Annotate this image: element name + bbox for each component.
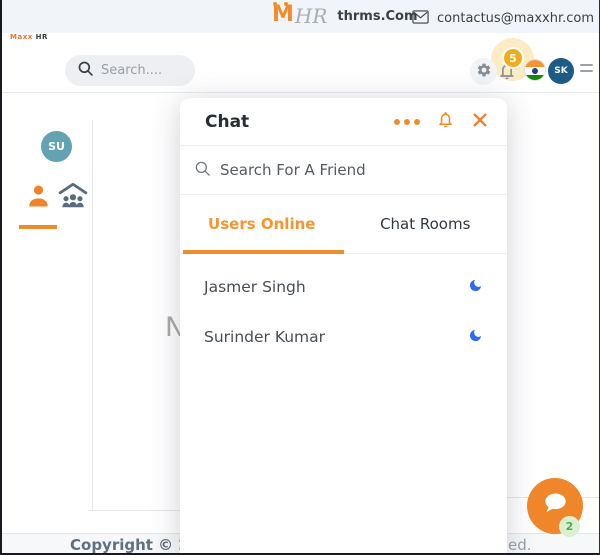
flag-green-stripe xyxy=(525,74,545,80)
list-item[interactable]: Surinder Kumar xyxy=(180,312,507,362)
chat-bell-icon[interactable] xyxy=(436,110,455,133)
chat-panel-title: Chat xyxy=(205,111,250,132)
friend-search-icon xyxy=(194,160,211,181)
logo-m-mark: M xyxy=(272,2,294,27)
logo-dot-icon xyxy=(284,2,288,6)
person-icon xyxy=(26,185,51,213)
flag-white-stripe xyxy=(525,67,545,75)
global-search[interactable] xyxy=(65,55,195,86)
search-input[interactable] xyxy=(101,63,186,78)
flag-saffron-stripe xyxy=(525,60,545,68)
card-border-left xyxy=(88,510,180,511)
logo-hr-text: HR xyxy=(294,4,328,28)
chat-header-icons xyxy=(394,110,489,133)
user-avatar[interactable]: SK xyxy=(548,58,574,84)
contact-email-text: contactus@maxxhr.com xyxy=(437,11,594,26)
top-info-bar: M HR thrms.Com contactus@maxxhr.com xyxy=(2,0,599,33)
copyright-text-right: ed. xyxy=(508,536,532,554)
friend-search-input[interactable] xyxy=(220,161,470,179)
list-item[interactable]: Jasmer Singh xyxy=(180,262,507,312)
chat-launcher-button[interactable]: 2 xyxy=(527,478,583,537)
logo-dot-icon xyxy=(273,2,277,6)
maxxhr-logo: M HR thrms.Com xyxy=(272,2,418,28)
menu-line xyxy=(580,64,593,66)
online-user-list: Jasmer Singh Surinder Kumar xyxy=(180,254,507,362)
rail-divider xyxy=(92,120,93,510)
tab-chat-rooms[interactable]: Chat Rooms xyxy=(344,195,508,253)
gear-icon xyxy=(476,62,492,82)
close-icon[interactable] xyxy=(471,111,489,133)
away-moon-icon xyxy=(468,278,483,297)
active-tab-indicator xyxy=(19,225,57,229)
settings-button[interactable] xyxy=(470,58,497,85)
rail-avatar[interactable]: SU xyxy=(41,131,72,162)
flag-chakra-icon xyxy=(532,67,538,74)
menu-icon[interactable] xyxy=(580,64,593,76)
contact-email-link[interactable]: contactus@maxxhr.com xyxy=(412,9,594,28)
india-flag-icon[interactable] xyxy=(524,59,546,81)
search-icon xyxy=(77,60,94,81)
more-options-icon[interactable] xyxy=(394,115,420,129)
chat-panel: Chat Users Online xyxy=(180,98,507,553)
chat-panel-header: Chat xyxy=(180,98,507,146)
groups-icon xyxy=(58,182,88,213)
dot xyxy=(414,118,420,125)
nav-bar: 5 SK xyxy=(2,33,599,93)
user-name: Jasmer Singh xyxy=(204,278,306,296)
chat-tabs: Users Online Chat Rooms xyxy=(180,195,507,254)
groups-tab-button[interactable] xyxy=(58,182,88,213)
away-moon-icon xyxy=(468,328,483,347)
envelope-icon xyxy=(412,9,429,28)
notification-count-badge[interactable]: 5 xyxy=(502,47,524,69)
friend-search[interactable] xyxy=(180,146,507,195)
active-tab-underline xyxy=(183,250,344,254)
tab-users-online[interactable]: Users Online xyxy=(180,195,344,253)
dot xyxy=(404,118,410,125)
dot xyxy=(394,118,400,125)
brand-small-logo: Maxx HR xyxy=(10,33,48,41)
users-tab-button[interactable] xyxy=(26,183,51,213)
menu-line xyxy=(580,70,593,72)
app-window: M HR thrms.Com contactus@maxxhr.com Sear… xyxy=(0,0,600,555)
logo-domain-text: thrms.Com xyxy=(337,9,418,24)
unread-count-badge: 2 xyxy=(559,516,580,537)
user-name: Surinder Kumar xyxy=(204,328,326,346)
